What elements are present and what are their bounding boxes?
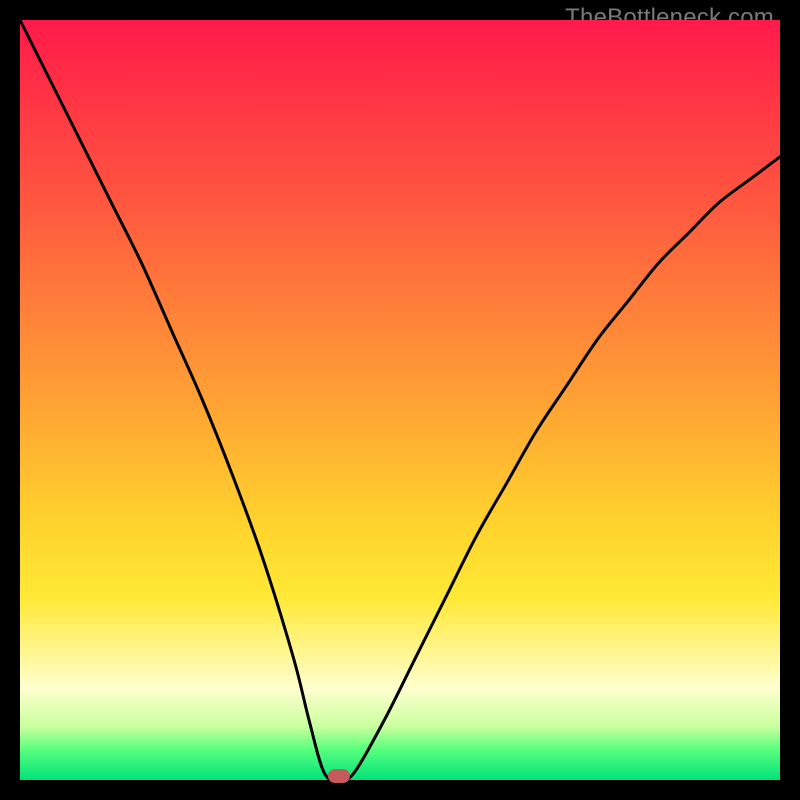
min-marker (328, 769, 350, 783)
bottleneck-curve (20, 20, 780, 780)
plot-area (20, 20, 780, 780)
chart-frame: TheBottleneck.com (0, 0, 800, 800)
